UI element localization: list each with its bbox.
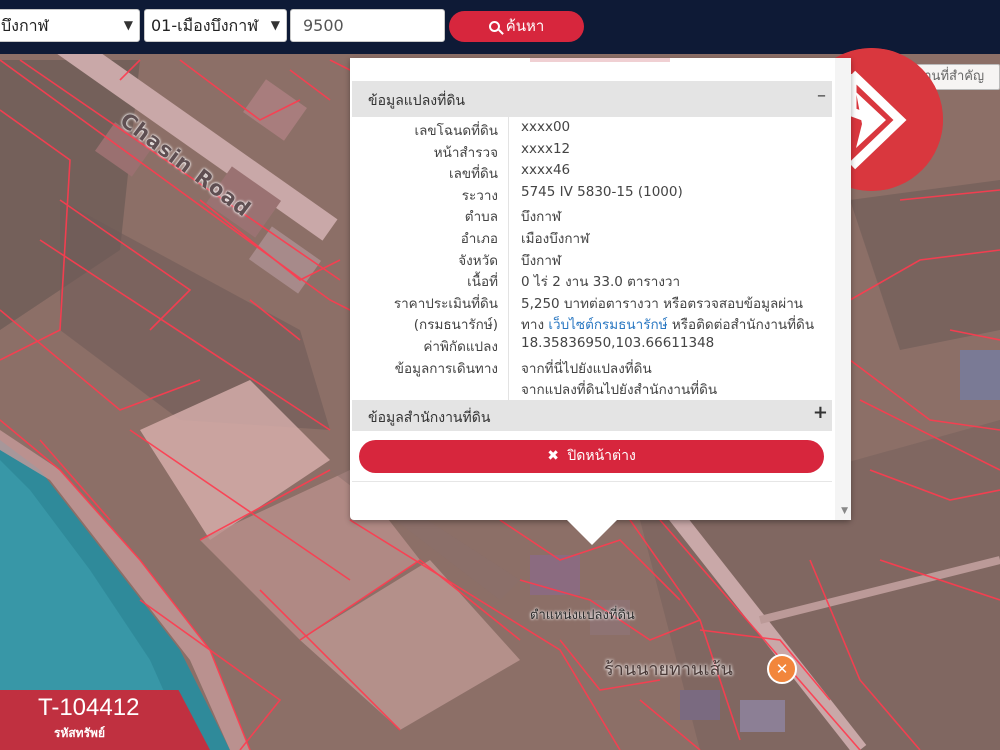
row-value: 5745 IV 5830-15 (1000) — [521, 183, 683, 200]
pin-label: ตำแหน่งแปลงที่ดิน — [530, 608, 635, 623]
chevron-down-icon: ▼ — [270, 18, 280, 32]
close-button-label: ปิดหน้าต่าง — [567, 448, 636, 464]
shop-label[interactable]: ร้านนายทานเส้น — [604, 654, 733, 683]
district-select-value: 01-เมืองบึงกาฬ — [151, 16, 259, 35]
asset-code: T-104412 — [38, 694, 140, 721]
popup-pointer — [566, 519, 618, 545]
table-row: จากแปลงที่ดินไปยังสำนักงานที่ดิน — [352, 376, 832, 398]
row-value: xxxx46 — [521, 162, 571, 179]
search-button-label: ค้นหา — [505, 17, 545, 35]
restaurant-icon[interactable]: ✕ — [767, 654, 797, 684]
province-select[interactable]: บึงกาฬ ▼ — [0, 9, 140, 42]
table-row: ข้อมูลการเดินทาง จากที่นี่ไปยังแปลงที่ดิ… — [352, 355, 832, 377]
table-row: จังหวัด บึงกาฬ — [352, 247, 832, 269]
directions-to-office-link[interactable]: จากแปลงที่ดินไปยังสำนักงานที่ดิน — [521, 378, 717, 400]
divider — [352, 481, 832, 482]
table-row: ค่าพิกัดแปลง 18.35836950,103.66611348 — [352, 333, 832, 355]
search-icon — [488, 21, 500, 32]
table-row: เลขโฉนดที่ดิน xxxx00 — [352, 117, 832, 139]
table-row: หน้าสำรวจ xxxx12 — [352, 139, 832, 161]
row-value: xxxx00 — [521, 119, 571, 135]
toolbar: บึงกาฬ ▼ 01-เมืองบึงกาฬ ▼ 9500 ค้นหา — [0, 0, 1000, 54]
popup-scrollbar[interactable]: ▼ — [835, 58, 851, 520]
parcel-info-table: เลขโฉนดที่ดิน xxxx00 หน้าสำรวจ xxxx12 เลขท… — [352, 117, 832, 398]
appraisal-prefix: ทาง — [521, 317, 545, 334]
asset-code-badge: T-104412 รหัสทรัพย์ — [0, 690, 210, 750]
table-row: ระวาง 5745 IV 5830-15 (1000) — [352, 182, 832, 204]
expand-icon[interactable]: + — [813, 402, 828, 423]
table-row: (กรมธนารักษ์) ทาง เว็บไซต์กรมธนารักษ์ หร… — [352, 311, 832, 333]
chevron-down-icon: ▼ — [123, 18, 133, 32]
parcel-info-section-header[interactable]: ข้อมูลแปลงที่ดิน – — [352, 81, 832, 117]
popup-top-edge — [530, 58, 670, 62]
table-row: เนื้อที่ 0 ไร่ 2 งาน 33.0 ตารางวา — [352, 268, 832, 290]
appraisal-suffix: หรือติดต่อสำนักงานที่ดิน — [671, 317, 815, 334]
parcel-number-input[interactable]: 9500 — [290, 9, 445, 42]
parcel-info-section-title: ข้อมูลแปลงที่ดิน — [368, 93, 466, 109]
land-office-section-title: ข้อมูลสำนักงานที่ดิน — [368, 410, 491, 426]
province-select-value: บึงกาฬ — [1, 16, 49, 35]
scroll-down-icon[interactable]: ▼ — [841, 506, 848, 516]
collapse-icon[interactable]: – — [817, 85, 826, 106]
table-row: ตำบล บึงกาฬ — [352, 203, 832, 225]
land-office-section-header[interactable]: ข้อมูลสำนักงานที่ดิน + — [352, 400, 832, 431]
close-icon: ✖ — [547, 448, 559, 464]
coordinates-link[interactable]: 18.35836950,103.66611348 — [521, 335, 714, 351]
parcel-info-popup: ข้อมูลแปลงที่ดิน – เลขโฉนดที่ดิน xxxx00 ห… — [350, 58, 851, 520]
treasury-website-link[interactable]: เว็บไซต์กรมธนารักษ์ — [548, 317, 667, 333]
table-row: เลขที่ดิน xxxx46 — [352, 160, 832, 182]
table-row: อำเภอ เมืองบึงกาฬ — [352, 225, 832, 247]
search-button[interactable]: ค้นหา — [449, 11, 584, 42]
district-select[interactable]: 01-เมืองบึงกาฬ ▼ — [144, 9, 287, 42]
asset-code-caption: รหัสทรัพย์ — [54, 726, 105, 740]
row-value: xxxx12 — [521, 140, 571, 157]
table-row: ราคาประเมินที่ดิน 5,250 บาทต่อตารางวา หรื… — [352, 290, 832, 312]
close-popup-button[interactable]: ✖ ปิดหน้าต่าง — [359, 440, 824, 473]
